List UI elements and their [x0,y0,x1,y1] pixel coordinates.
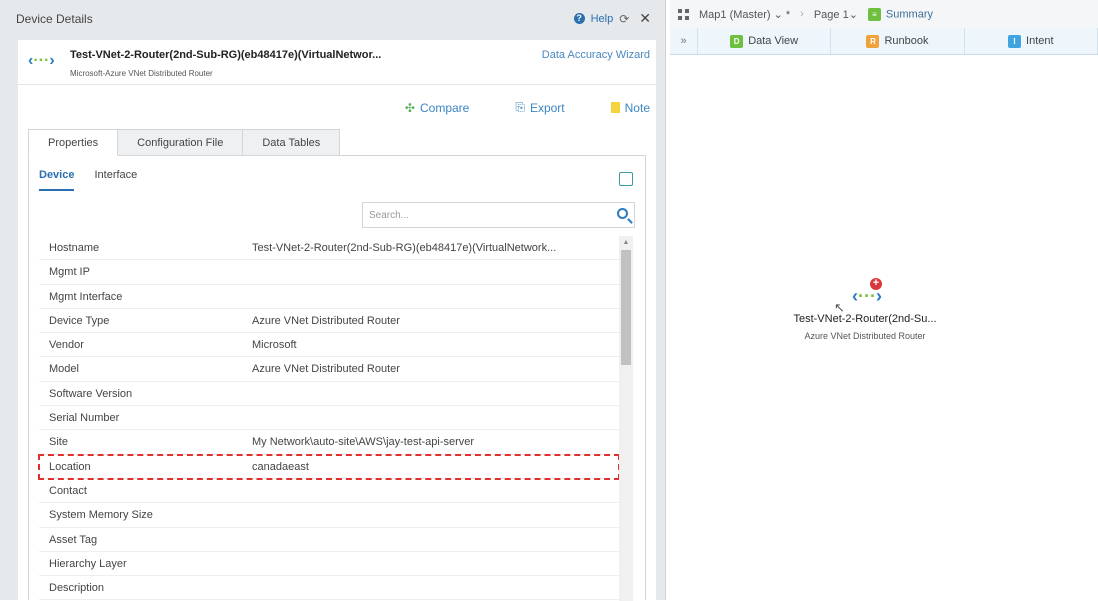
tab-label: Runbook [884,35,929,47]
tab-data-view[interactable]: D Data View [698,28,832,54]
data-view-icon: D [730,34,744,48]
note-button[interactable]: Note [610,100,650,115]
node-label: Test-VNet-2-Router(2nd-Su... [793,313,937,325]
summary-button[interactable]: ≡ Summary [867,7,933,21]
table-row[interactable]: Mgmt Interface [39,285,619,309]
property-name: Contact [49,484,87,497]
tab-data-tables[interactable]: Data Tables [242,129,341,156]
collapse-icon[interactable]: » [670,28,698,54]
property-name: Site [49,436,68,449]
runbook-icon: R [866,34,880,48]
router-icon: ‹···› [852,286,882,306]
properties-pane: Device Interface Search... Hostname Test-… [28,155,646,601]
map-selector[interactable]: Map1 (Master) ⌄ * [699,8,790,21]
compare-label: Compare [419,100,470,115]
map-name: Map1 (Master) [699,8,771,21]
property-value: Azure VNet Distributed Router [252,363,400,376]
summary-label: Summary [885,7,933,20]
node-sublabel: Azure VNet Distributed Router [804,331,926,341]
property-name: Location [49,460,91,473]
table-row[interactable]: Model Azure VNet Distributed Router [39,357,619,382]
table-row[interactable]: Mgmt IP [39,260,619,285]
table-row[interactable]: Description [39,576,619,601]
property-name: Vendor [49,339,84,352]
export-icon: ⎘ [515,100,525,114]
table-row[interactable]: Site My Network\auto-site\AWS\jay-test-ap… [39,430,619,455]
table-row[interactable]: Hostname Test-VNet-2-Router(2nd-Sub-RG)(e… [39,236,619,261]
scroll-up-icon[interactable]: ▲ [619,236,633,250]
property-name: Hostname [49,242,100,254]
table-row[interactable]: Location canadaeast [38,453,620,480]
data-accuracy-wizard-link[interactable]: Data Accuracy Wizard [542,49,650,61]
tab-configuration-file[interactable]: Configuration File [117,129,244,156]
table-row[interactable]: Software Version [39,382,619,407]
subtab-device[interactable]: Device [39,169,75,191]
export-button[interactable]: ⎘ Export [515,100,564,115]
intent-icon: I [1008,34,1022,48]
export-label: Export [529,100,565,115]
property-name: Hierarchy Layer [49,557,127,570]
page-selector[interactable]: Page 1⌄ [814,8,858,21]
property-value: My Network\auto-site\AWS\jay-test-api-se… [252,436,475,449]
close-icon[interactable]: ✕ [639,10,651,27]
note-icon [610,102,620,113]
table-row[interactable]: Serial Number [39,406,619,431]
device-subtitle: Microsoft-Azure VNet Distributed Router [70,69,213,78]
property-value: canadaeast [252,460,309,473]
property-value: Azure VNet Distributed Router [252,314,400,327]
property-name: System Memory Size [49,509,153,522]
refresh-icon[interactable]: ⟳ [619,12,629,26]
help-link[interactable]: Help [591,13,614,25]
breadcrumb: Map1 (Master) ⌄ * › Page 1⌄ ≡ Summary [670,0,1098,28]
table-row[interactable]: System Memory Size [39,503,619,528]
map-node[interactable]: + ↖ ‹···› Test-VNet-2-Router(2nd-Su... A… [770,278,960,342]
table-row[interactable]: Asset Tag [39,528,619,552]
scroll-thumb[interactable] [621,250,631,365]
summary-icon: ≡ [867,7,881,21]
property-name: Mgmt IP [49,266,90,279]
tab-runbook[interactable]: R Runbook [831,28,965,54]
properties-table: Hostname Test-VNet-2-Router(2nd-Sub-RG)(e… [38,236,620,601]
tab-properties[interactable]: Properties [28,129,119,156]
property-name: Asset Tag [49,533,98,546]
property-name: Device Type [49,314,110,327]
help-icon[interactable]: ? [573,13,585,24]
modified-indicator: * [785,8,791,21]
device-name: Test-VNet-2-Router(2nd-Sub-RG)(eb48417e)… [70,49,382,61]
search-input[interactable]: Search... [362,202,635,228]
property-value: Microsoft [252,339,297,352]
plus-badge-icon[interactable]: + [870,278,882,290]
compare-icon: ✣ [404,100,415,115]
compare-button[interactable]: ✣ Compare [405,100,469,115]
table-row[interactable]: Vendor Microsoft [39,333,619,358]
search-icon[interactable] [617,208,628,219]
subtab-interface[interactable]: Interface [94,169,137,191]
property-name: Software Version [49,387,133,400]
page-name: Page 1 [813,8,849,21]
property-name: Description [49,582,105,595]
scrollbar[interactable]: ▲ [619,236,633,601]
property-value: Test-VNet-2-Router(2nd-Sub-RG)(eb48417e)… [252,242,557,254]
table-row[interactable]: Device Type Azure VNet Distributed Router [39,309,619,334]
table-row[interactable]: Contact [39,479,619,504]
cursor-icon: ↖ [834,300,845,315]
property-name: Mgmt Interface [49,290,123,303]
tab-label: Data View [748,35,799,47]
router-icon: ‹···› [28,52,55,69]
map-panel: Map1 (Master) ⌄ * › Page 1⌄ ≡ Summary » D… [670,0,1098,600]
property-name: Model [49,363,79,376]
tab-intent[interactable]: I Intent [965,28,1098,54]
tab-label: Intent [1026,35,1054,47]
open-external-icon[interactable] [619,172,633,186]
property-name: Serial Number [49,412,120,425]
grid-icon[interactable] [678,8,689,20]
device-details-panel: Device Details ? Help ⟳ ✕ ‹···› Test-VNe… [0,0,666,601]
table-row[interactable]: Hierarchy Layer [39,552,619,577]
search-placeholder: Search... [369,210,410,221]
note-label: Note [624,100,650,115]
chevron-right-icon: › [800,8,804,20]
panel-title: Device Details [16,12,93,26]
